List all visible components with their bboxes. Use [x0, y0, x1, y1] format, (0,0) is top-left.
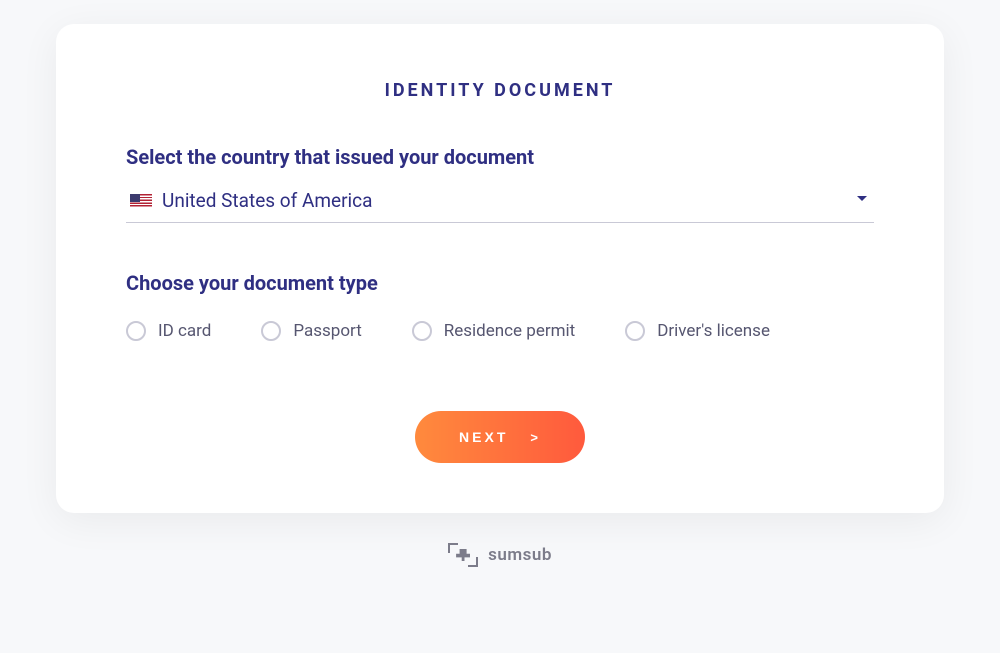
page-title: IDENTITY DOCUMENT — [126, 80, 874, 101]
country-selected-value: United States of America — [162, 189, 372, 212]
sumsub-logo-icon — [448, 543, 478, 567]
radio-icon — [261, 321, 281, 341]
chevron-down-icon — [856, 195, 868, 203]
next-button-wrap: NEXT > — [126, 411, 874, 463]
footer-brand: sumsub — [448, 543, 552, 567]
option-label: Residence permit — [444, 321, 575, 341]
radio-icon — [412, 321, 432, 341]
doctype-option-passport[interactable]: Passport — [261, 321, 361, 341]
doctype-options: ID card Passport Residence permit Driver… — [126, 321, 874, 341]
doctype-section-label: Choose your document type — [126, 271, 874, 295]
option-label: Driver's license — [657, 321, 770, 341]
doctype-option-residence-permit[interactable]: Residence permit — [412, 321, 575, 341]
next-button[interactable]: NEXT > — [415, 411, 585, 463]
doctype-option-drivers-license[interactable]: Driver's license — [625, 321, 770, 341]
radio-icon — [625, 321, 645, 341]
option-label: ID card — [158, 321, 211, 341]
doctype-option-id-card[interactable]: ID card — [126, 321, 211, 341]
next-label: NEXT — [459, 429, 508, 445]
option-label: Passport — [293, 321, 361, 341]
us-flag-icon — [130, 194, 152, 208]
country-select[interactable]: United States of America — [126, 189, 874, 223]
radio-icon — [126, 321, 146, 341]
footer-brand-text: sumsub — [488, 545, 552, 565]
identity-document-card: IDENTITY DOCUMENT Select the country tha… — [56, 24, 944, 513]
country-section-label: Select the country that issued your docu… — [126, 145, 874, 169]
arrow-right-icon: > — [530, 430, 541, 445]
